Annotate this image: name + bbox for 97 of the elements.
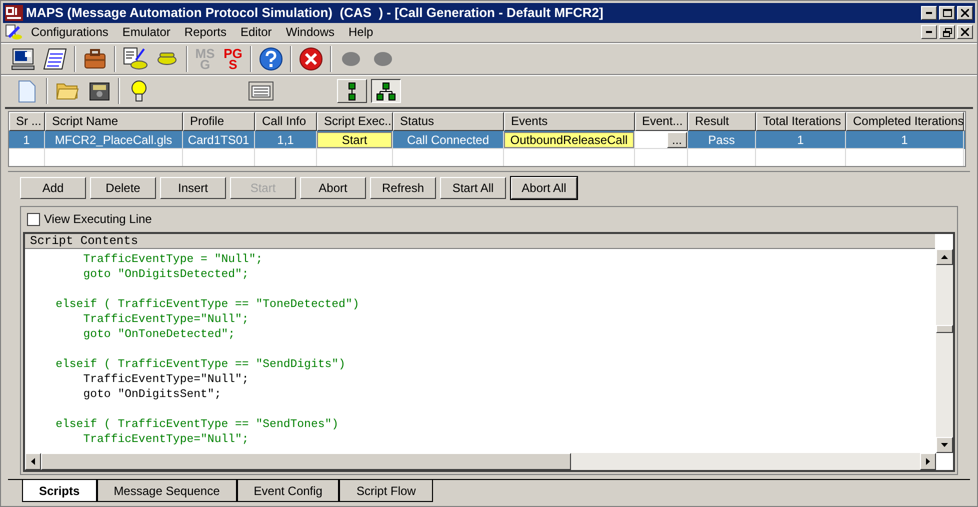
code-line: elseif ( TrafficEventType == "SendDigits"): [54, 357, 346, 372]
tab[interactable]: Script Flow: [339, 480, 433, 502]
editor-header: Script Contents: [25, 234, 935, 250]
action-button[interactable]: Start All: [440, 177, 506, 200]
document-icon[interactable]: [18, 80, 36, 103]
down-arrow-icon: [941, 443, 948, 448]
action-button[interactable]: Insert: [160, 177, 226, 200]
circle-icon[interactable]: [374, 52, 392, 66]
window-icon[interactable]: [248, 81, 274, 102]
table-cell-text: Card1TS01: [188, 132, 250, 149]
code-line: goto "OnDigitsSent";: [82, 387, 222, 402]
table-cell-text: MFCR2_PlaceCall.gls: [54, 132, 172, 149]
close-icon: [961, 9, 969, 18]
close-icon[interactable]: [299, 46, 323, 71]
column-header[interactable]: Profile: [183, 112, 255, 132]
column-header[interactable]: Script Name: [45, 112, 183, 132]
table-cell-text: Pass: [708, 132, 735, 149]
monitor-icon[interactable]: [11, 48, 35, 70]
code-line: TrafficEventType="Null";: [82, 432, 250, 448]
checkbox-label: View Executing Line: [44, 211, 152, 228]
left-arrow-icon: [31, 458, 35, 466]
column-header[interactable]: Sr ...: [9, 112, 45, 132]
horizontal-scrollbar[interactable]: [25, 453, 936, 470]
action-button[interactable]: Delete: [90, 177, 156, 200]
menu-item[interactable]: Windows: [280, 23, 340, 42]
column-header[interactable]: Script Exec...: [317, 112, 393, 132]
help-icon[interactable]: [259, 46, 283, 71]
table-cell-text: Call Connected: [406, 132, 490, 149]
restore-button[interactable]: [939, 25, 955, 40]
right-arrow-icon: [926, 458, 930, 466]
vertical-scrollbar[interactable]: [936, 249, 953, 454]
close-button[interactable]: [957, 25, 973, 40]
ellipsis-button[interactable]: ...: [667, 132, 687, 148]
app-menu-icon[interactable]: [5, 24, 23, 40]
restore-icon: [942, 28, 952, 37]
menu-item[interactable]: Reports: [178, 23, 232, 42]
table-cell[interactable]: Start: [317, 132, 392, 148]
circle-icon[interactable]: [342, 52, 360, 66]
document-phone-icon[interactable]: [122, 47, 148, 70]
scroll-left-button[interactable]: [25, 453, 41, 470]
code-line: goto "OnDigitsDetected";: [82, 267, 250, 282]
menu-item[interactable]: Configurations: [25, 23, 114, 42]
table-cell[interactable]: OutboundReleaseCall: [504, 132, 634, 148]
tree-icon: [376, 82, 396, 101]
tab[interactable]: Event Config: [236, 480, 340, 502]
column-header[interactable]: Status: [393, 112, 504, 132]
code-line: TrafficEventType="Null";: [82, 372, 250, 388]
table-cell-text: 1,1: [277, 132, 294, 149]
scroll-thumb[interactable]: [41, 453, 571, 470]
minimize-button[interactable]: [921, 6, 937, 20]
minimize-icon: [926, 31, 932, 34]
column-header[interactable]: Event...: [635, 112, 688, 132]
table-cell-text: 1: [901, 132, 908, 149]
code-line: TrafficEventType="Null";: [82, 312, 250, 328]
tab[interactable]: Scripts: [22, 480, 97, 502]
folder-icon[interactable]: [56, 82, 78, 100]
code-line: TrafficEventType = "Null";: [82, 252, 264, 268]
column-header[interactable]: Result: [688, 112, 756, 132]
close-icon: [961, 28, 969, 36]
column-header[interactable]: Events: [504, 112, 635, 132]
close-button[interactable]: [957, 6, 973, 20]
code-line: elseif ( TrafficEventType == "ToneDetected"): [54, 297, 360, 312]
window-title: MAPS (Message Automation Protocol Simulation) (CAS ) - [Call Generation - Default MFCR2]: [26, 4, 604, 22]
scroll-right-button[interactable]: [920, 453, 936, 470]
action-button[interactable]: Add: [20, 177, 86, 200]
column-header[interactable]: Call Info: [255, 112, 317, 132]
lightbulb-icon[interactable]: [131, 80, 147, 102]
scroll-thumb[interactable]: [936, 325, 953, 334]
action-button[interactable]: Refresh: [370, 177, 436, 200]
maximize-icon: [942, 9, 952, 18]
column-header[interactable]: Total Iterations: [756, 112, 846, 132]
notepad-icon[interactable]: [43, 48, 67, 70]
scroll-down-button[interactable]: [936, 437, 953, 454]
scroll-up-button[interactable]: [936, 249, 953, 266]
menu-item[interactable]: Editor: [234, 23, 278, 42]
code-line: goto "OnToneDetected";: [82, 327, 236, 342]
table-row[interactable]: 1 MFCR2_PlaceCall.gls Card1TS01 1,1 Start Call Connected OutboundReleaseCall ... Pass 1 1: [9, 131, 965, 150]
minimize-icon: [926, 12, 932, 14]
minimize-button[interactable]: [921, 25, 937, 40]
maximize-button[interactable]: [939, 6, 955, 20]
toolbar-button[interactable]: [371, 79, 401, 104]
action-button[interactable]: Abort: [300, 177, 366, 200]
table-cell-text: 1: [797, 132, 804, 149]
checkbox[interactable]: [27, 212, 40, 226]
vertical-blocks-icon: [348, 82, 356, 101]
column-header[interactable]: Completed Iterations: [846, 112, 964, 132]
tab[interactable]: Message Sequence: [96, 480, 237, 502]
menu-item[interactable]: Help: [342, 23, 380, 42]
safe-icon[interactable]: [88, 82, 110, 101]
briefcase-icon[interactable]: [84, 48, 106, 69]
menu-item[interactable]: Emulator: [116, 23, 176, 42]
app-logo-icon: [5, 5, 23, 22]
table-cell-text: 1: [23, 132, 30, 149]
code-line: elseif ( TrafficEventType == "SendTones"): [54, 417, 340, 432]
phone-icon[interactable]: [157, 52, 177, 66]
up-arrow-icon: [941, 255, 948, 260]
action-button[interactable]: Abort All: [511, 177, 577, 200]
